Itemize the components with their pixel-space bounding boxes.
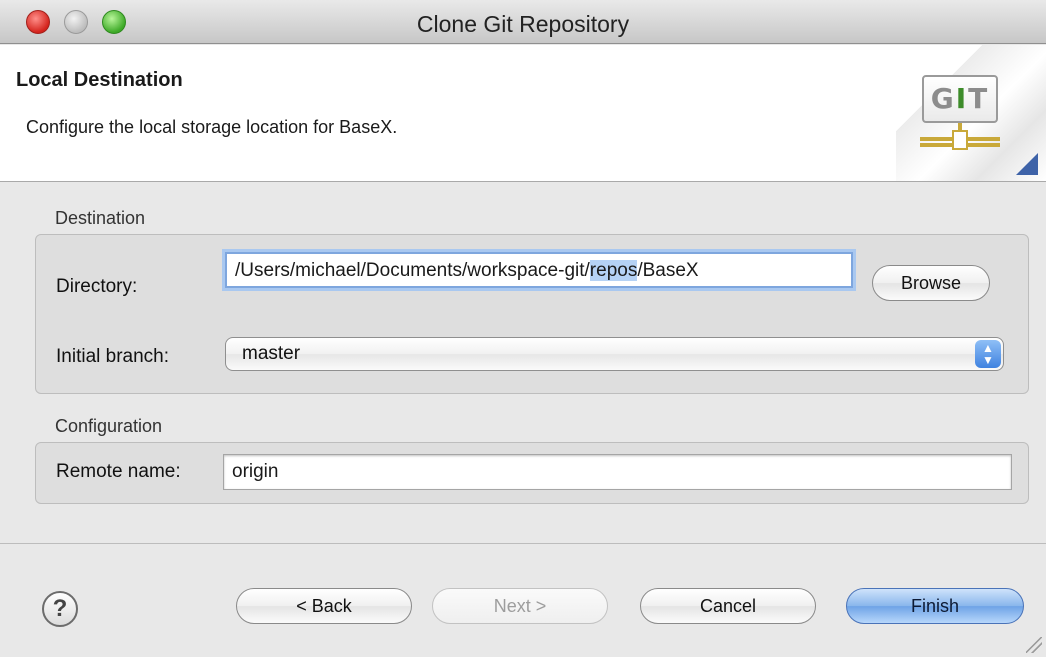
initial-branch-select[interactable]: master ▲ ▼ bbox=[225, 337, 1004, 371]
directory-label: Directory: bbox=[56, 276, 138, 297]
next-button[interactable]: Next > bbox=[432, 588, 608, 624]
remote-name-input[interactable]: origin bbox=[223, 454, 1012, 490]
select-arrows-icon: ▲ ▼ bbox=[975, 340, 1001, 368]
destination-group-label: Destination bbox=[55, 208, 146, 228]
help-icon[interactable]: ? bbox=[42, 591, 78, 627]
window-title: Clone Git Repository bbox=[416, 11, 630, 37]
remote-name-label: Remote name: bbox=[56, 461, 181, 482]
git-logo-icon: GIT bbox=[920, 75, 1000, 165]
wizard-header-banner: Local Destination Configure the local st… bbox=[0, 45, 1046, 182]
resize-grip-icon[interactable] bbox=[1026, 637, 1042, 653]
cancel-button[interactable]: Cancel bbox=[640, 588, 816, 624]
corner-triangle-icon bbox=[1016, 153, 1038, 175]
page-description: Configure the local storage location for… bbox=[26, 117, 398, 137]
back-button[interactable]: < Back bbox=[236, 588, 412, 624]
directory-input[interactable]: /Users/michael/Documents/workspace-git/r… bbox=[225, 252, 853, 288]
page-title: Local Destination bbox=[16, 69, 183, 91]
configuration-group-label: Configuration bbox=[55, 416, 163, 436]
initial-branch-label: Initial branch: bbox=[56, 346, 170, 367]
footer-divider bbox=[0, 543, 1046, 544]
initial-branch-value: master bbox=[242, 343, 301, 364]
finish-button[interactable]: Finish bbox=[846, 588, 1024, 624]
window-titlebar: Clone Git Repository bbox=[0, 0, 1046, 44]
browse-button[interactable]: Browse bbox=[872, 265, 990, 301]
git-logo-text: GIT bbox=[922, 75, 998, 123]
directory-selection: repos bbox=[589, 260, 638, 281]
